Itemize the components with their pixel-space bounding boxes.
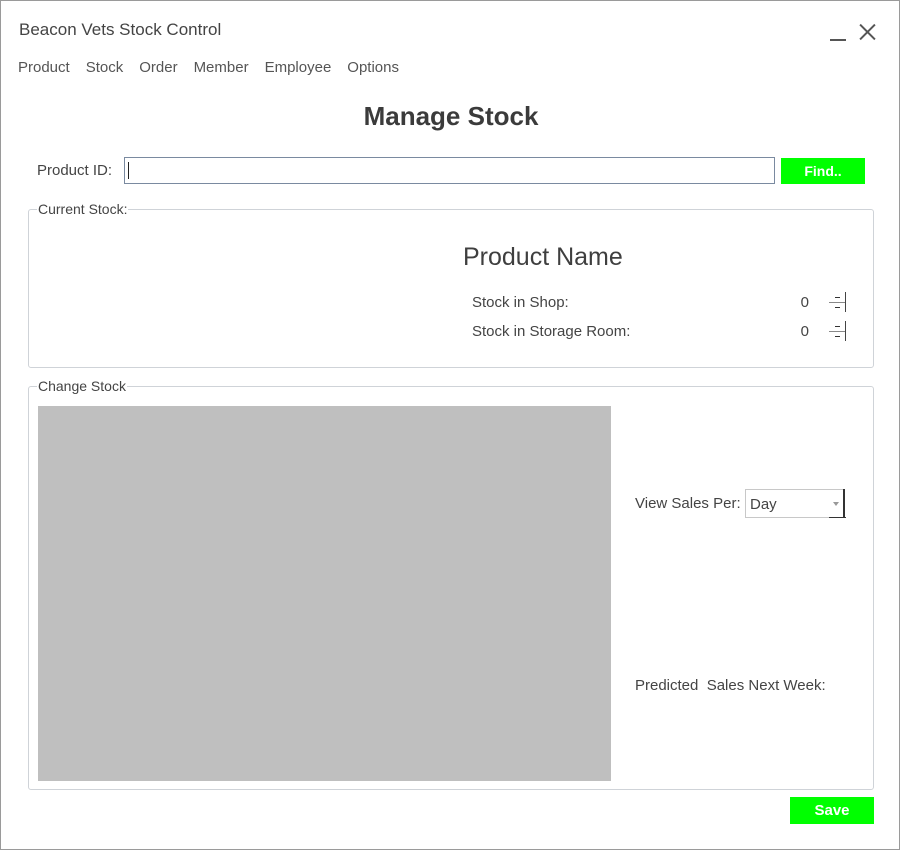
close-icon[interactable]	[856, 21, 878, 43]
increment-icon[interactable]	[835, 326, 840, 327]
page-title: Manage Stock	[363, 101, 539, 131]
find-button[interactable]: Find..	[781, 158, 865, 184]
product-name: Product Name	[463, 243, 623, 271]
predicted-sales-label: Predicted Sales Next Week:	[635, 677, 826, 694]
menu-item-order[interactable]: Order	[139, 59, 177, 76]
product-id-input[interactable]	[124, 157, 775, 184]
stock-in-storage-value: 0	[800, 323, 809, 340]
menu-item-member[interactable]: Member	[194, 59, 249, 76]
view-sales-per-label: View Sales Per:	[635, 495, 741, 512]
increment-icon[interactable]	[835, 297, 840, 298]
app-window: Beacon Vets Stock Control Product Stock …	[0, 0, 900, 850]
stock-in-shop-value: 0	[800, 294, 809, 311]
current-stock-group	[28, 209, 874, 368]
stock-in-storage-stepper[interactable]	[829, 321, 846, 341]
view-sales-per-value: Day	[750, 496, 777, 513]
menu-item-options[interactable]: Options	[347, 59, 399, 76]
stock-in-shop-label: Stock in Shop:	[472, 294, 569, 311]
decrement-icon[interactable]	[835, 336, 840, 337]
current-stock-title: Current Stock:	[37, 201, 129, 217]
chevron-down-icon	[833, 502, 839, 506]
stock-in-storage-label: Stock in Storage Room:	[472, 323, 631, 340]
save-button[interactable]: Save	[790, 797, 874, 824]
decrement-icon[interactable]	[835, 307, 840, 308]
minimize-icon[interactable]	[827, 21, 849, 43]
sales-chart-area	[38, 406, 611, 781]
stock-in-shop-stepper[interactable]	[829, 292, 846, 312]
product-id-label: Product ID:	[37, 162, 113, 179]
change-stock-title: Change Stock	[37, 378, 127, 394]
menu-bar: Product Stock Order Member Employee Opti…	[18, 59, 399, 76]
view-sales-per-dropdown[interactable]: Day	[745, 489, 846, 518]
menu-item-stock[interactable]: Stock	[86, 59, 124, 76]
menu-item-product[interactable]: Product	[18, 59, 70, 76]
menu-item-employee[interactable]: Employee	[265, 59, 332, 76]
window-title: Beacon Vets Stock Control	[19, 20, 222, 39]
